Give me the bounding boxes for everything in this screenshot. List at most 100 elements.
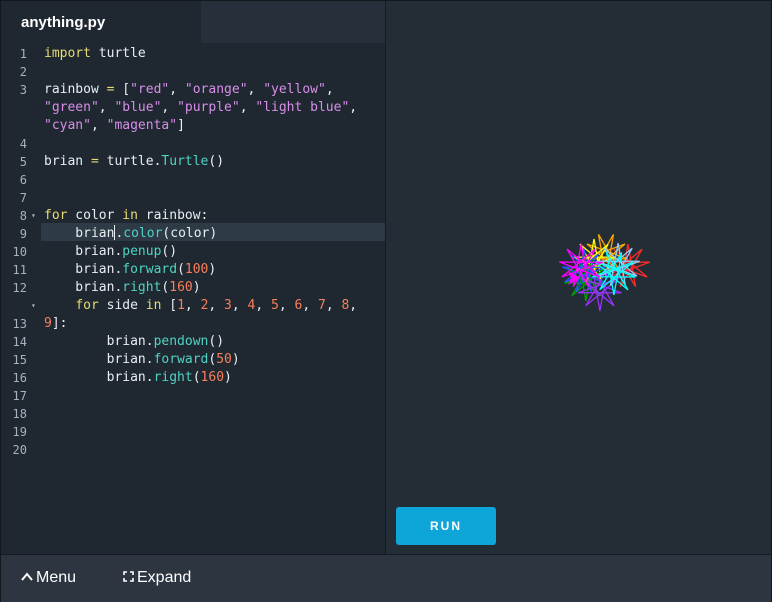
code-token: pendown [153, 334, 209, 349]
line-number: 8 [19, 209, 27, 223]
code-token: penup [122, 244, 162, 259]
code-token: brian [44, 154, 91, 169]
code-token: , [208, 298, 225, 313]
code-line: import turtle [44, 45, 146, 63]
line-number: 2 [19, 65, 27, 79]
tab-file[interactable]: anything.py [1, 1, 201, 43]
tab-bar: anything.py [1, 1, 385, 43]
code-token: [ [114, 82, 131, 97]
code-line: brian.right(160) [44, 279, 201, 297]
fold-arrow-icon[interactable]: ▾ [31, 297, 36, 315]
code-token: for [44, 208, 68, 223]
output-panel: RUN [386, 1, 771, 554]
code-token: brian. [44, 262, 123, 277]
line-number: 6 [19, 173, 27, 187]
code-line: 9]: [44, 315, 67, 333]
code-token: 160 [169, 280, 193, 295]
bottom-bar: Menu Expand [1, 554, 771, 602]
code-token: , [325, 298, 342, 313]
code-token: ) [224, 370, 232, 385]
code-token: rainbow [44, 82, 107, 97]
code-token: , [247, 82, 264, 97]
line-number: 16 [12, 371, 27, 385]
code-token: ) [208, 262, 217, 277]
code-token: color [123, 226, 163, 241]
code-line: brian.penup() [44, 243, 177, 261]
code-line: "cyan", "magenta"] [44, 117, 185, 135]
code-line: brian.pendown() [44, 333, 224, 351]
code-token: "cyan" [44, 118, 91, 133]
code-token: rainbow: [137, 208, 209, 223]
run-button[interactable]: RUN [396, 507, 496, 545]
code-token: 50 [216, 352, 232, 367]
line-number: 3 [19, 83, 27, 97]
code-token: () [161, 244, 178, 259]
code-token: brian. [44, 370, 154, 385]
expand-button[interactable]: Expand [123, 569, 191, 587]
code-token: , [184, 298, 201, 313]
code-line: rainbow = ["red", "orange", "yellow", [44, 81, 334, 99]
fold-arrow-icon[interactable]: ▾ [31, 207, 36, 225]
code-token: brian [44, 226, 115, 241]
code-token: 160 [200, 370, 225, 385]
code-token: , [169, 82, 185, 97]
code-editor-panel[interactable]: anything.py 1 2 3 4 5 6 7 8 9 10 11 12 13 14 15 16 17 18 1… [1, 1, 386, 554]
code-token: "blue" [114, 100, 162, 115]
code-token: , [239, 100, 256, 115]
code-line: brian.right(160) [44, 369, 232, 387]
code-line: brian.color(color) [44, 225, 217, 243]
code-token: ( [177, 262, 185, 277]
code-token: brian. [44, 280, 123, 295]
code-token: brian. [44, 334, 154, 349]
code-line: "green", "blue", "purple", "light blue", [44, 99, 357, 117]
line-number: 7 [19, 191, 27, 205]
code-token: ] [177, 118, 185, 133]
code-line: brian.forward(50) [44, 351, 240, 369]
code-token: , [349, 298, 358, 313]
menu-label: Menu [36, 569, 77, 586]
line-number: 1 [19, 47, 27, 61]
code-token: , [161, 100, 178, 115]
code-token: , [231, 298, 248, 313]
code-token: for [75, 298, 99, 313]
code-token: "magenta" [106, 118, 178, 133]
code-token: "yellow" [263, 82, 326, 97]
line-number: 5 [19, 155, 27, 169]
code-token: 1 [177, 298, 185, 313]
turtle-drawing-canvas [559, 233, 650, 312]
code-token: ( [192, 370, 201, 385]
chevron-up-icon [21, 569, 36, 587]
menu-button[interactable]: Menu [21, 569, 76, 587]
code-token: right [122, 280, 162, 295]
code-token: color [67, 208, 123, 223]
line-number: 12 [12, 281, 27, 295]
code-token: , [255, 298, 272, 313]
code-token: Turtle [161, 154, 209, 169]
code-token: ) [192, 280, 201, 295]
code-token: turtle [90, 46, 146, 61]
code-token: forward [122, 262, 178, 277]
line-number: 9 [19, 227, 27, 241]
expand-label: Expand [137, 569, 192, 586]
code-token: in [122, 208, 138, 223]
code-token: , [98, 100, 115, 115]
code-line: brian.forward(100) [44, 261, 216, 279]
line-number: 4 [19, 137, 27, 151]
line-number: 10 [12, 245, 27, 259]
code-token: "orange" [184, 82, 248, 97]
code-token: 3 [224, 298, 232, 313]
app-window: anything.py 1 2 3 4 5 6 7 8 9 10 11 12 13 14 15 16 17 18 1… [0, 0, 772, 602]
code-line: for side in [1, 2, 3, 4, 5, 6, 7, 8, [44, 297, 357, 315]
line-number: 13 [12, 317, 27, 331]
code-token: "purple" [177, 100, 240, 115]
code-token: ]: [51, 316, 68, 331]
expand-icon [123, 569, 137, 587]
line-number: 19 [12, 425, 27, 439]
code-token: forward [153, 352, 209, 367]
code-token: [ [161, 298, 178, 313]
code-token: brian. [44, 352, 154, 367]
code-token: 100 [184, 262, 209, 277]
code-token: , [325, 82, 334, 97]
code-token: 7 [317, 298, 326, 313]
